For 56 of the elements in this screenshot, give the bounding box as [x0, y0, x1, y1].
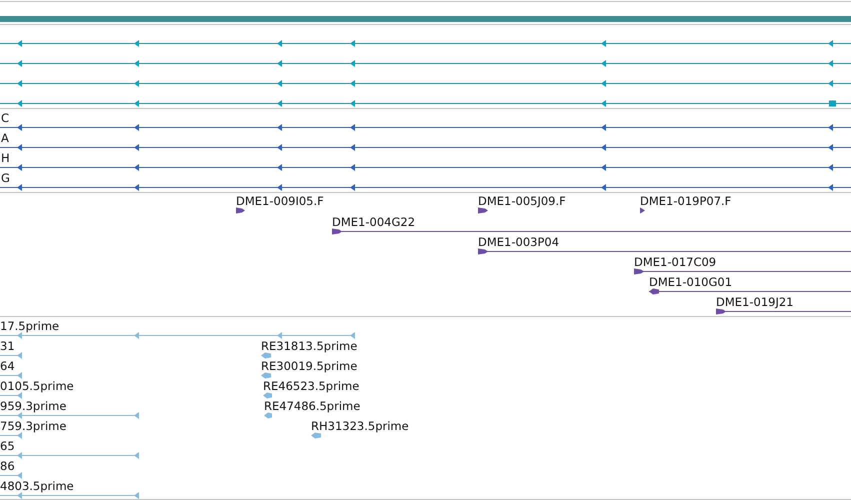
est-feature[interactable] [0, 372, 22, 379]
est-feature[interactable] [0, 472, 22, 479]
transcript-feature[interactable] [0, 100, 851, 107]
est-feature[interactable] [0, 452, 139, 459]
est-feature[interactable] [0, 352, 22, 359]
est-label: 31 [0, 339, 15, 353]
transcript-feature[interactable] [0, 40, 851, 47]
clone-feature[interactable] [640, 208, 645, 214]
est-feature[interactable] [263, 392, 272, 398]
clone-label: DME1-004G22 [332, 215, 416, 229]
est-feature[interactable] [264, 412, 272, 418]
clone-label: DME1-019J21 [716, 295, 794, 309]
clone-label: DME1-009I05.F [236, 194, 324, 208]
clone-label: DME1-003P04 [478, 235, 560, 249]
est-label: 17.5prime [0, 319, 60, 333]
est-label: 959.3prime [0, 399, 66, 413]
gene-feature[interactable] [0, 124, 851, 131]
clone-feature[interactable] [236, 208, 245, 214]
gene-label: A [1, 131, 9, 145]
clone-feature[interactable] [716, 308, 851, 314]
est-label: 65 [0, 439, 15, 453]
est-label: 759.3prime [0, 419, 66, 433]
est-label: RE46523.5prime [263, 379, 360, 393]
est-feature[interactable] [0, 412, 139, 419]
gene-feature[interactable] [0, 184, 851, 191]
est-feature[interactable] [311, 432, 321, 438]
est-label: 64 [0, 359, 15, 373]
gene-label: C [1, 111, 10, 125]
gene-label: H [1, 151, 10, 165]
est-label: RE30019.5prime [261, 359, 358, 373]
est-label: RE31813.5prime [261, 339, 358, 353]
transcript-feature[interactable] [0, 60, 851, 67]
est-label: 86 [0, 459, 15, 473]
clone-feature[interactable] [648, 288, 851, 294]
est-feature[interactable] [261, 372, 271, 378]
est-feature[interactable] [0, 332, 356, 339]
est-feature[interactable] [0, 392, 22, 399]
est-feature[interactable] [0, 432, 22, 439]
est-feature[interactable] [261, 352, 271, 358]
clone-feature[interactable] [478, 248, 851, 254]
est-label: 4803.5prime [0, 479, 74, 493]
est-label: 0105.5prime [0, 379, 74, 393]
clone-feature[interactable] [478, 208, 488, 214]
clone-label: DME1-019P07.F [640, 194, 732, 208]
est-label: RH31323.5prime [311, 419, 409, 433]
clone-label: DME1-005J09.F [478, 194, 566, 208]
est-feature[interactable] [0, 492, 139, 499]
est-label: RE47486.5prime [264, 399, 360, 413]
clone-label: DME1-010G01 [649, 275, 732, 289]
clone-label: DME1-017C09 [634, 255, 716, 269]
gene-feature[interactable] [0, 144, 851, 151]
gene-feature[interactable] [0, 164, 851, 171]
transcript-feature[interactable] [0, 80, 851, 87]
clone-feature[interactable] [634, 268, 851, 274]
clone-feature[interactable] [332, 228, 851, 234]
gene-label: G [1, 171, 10, 185]
